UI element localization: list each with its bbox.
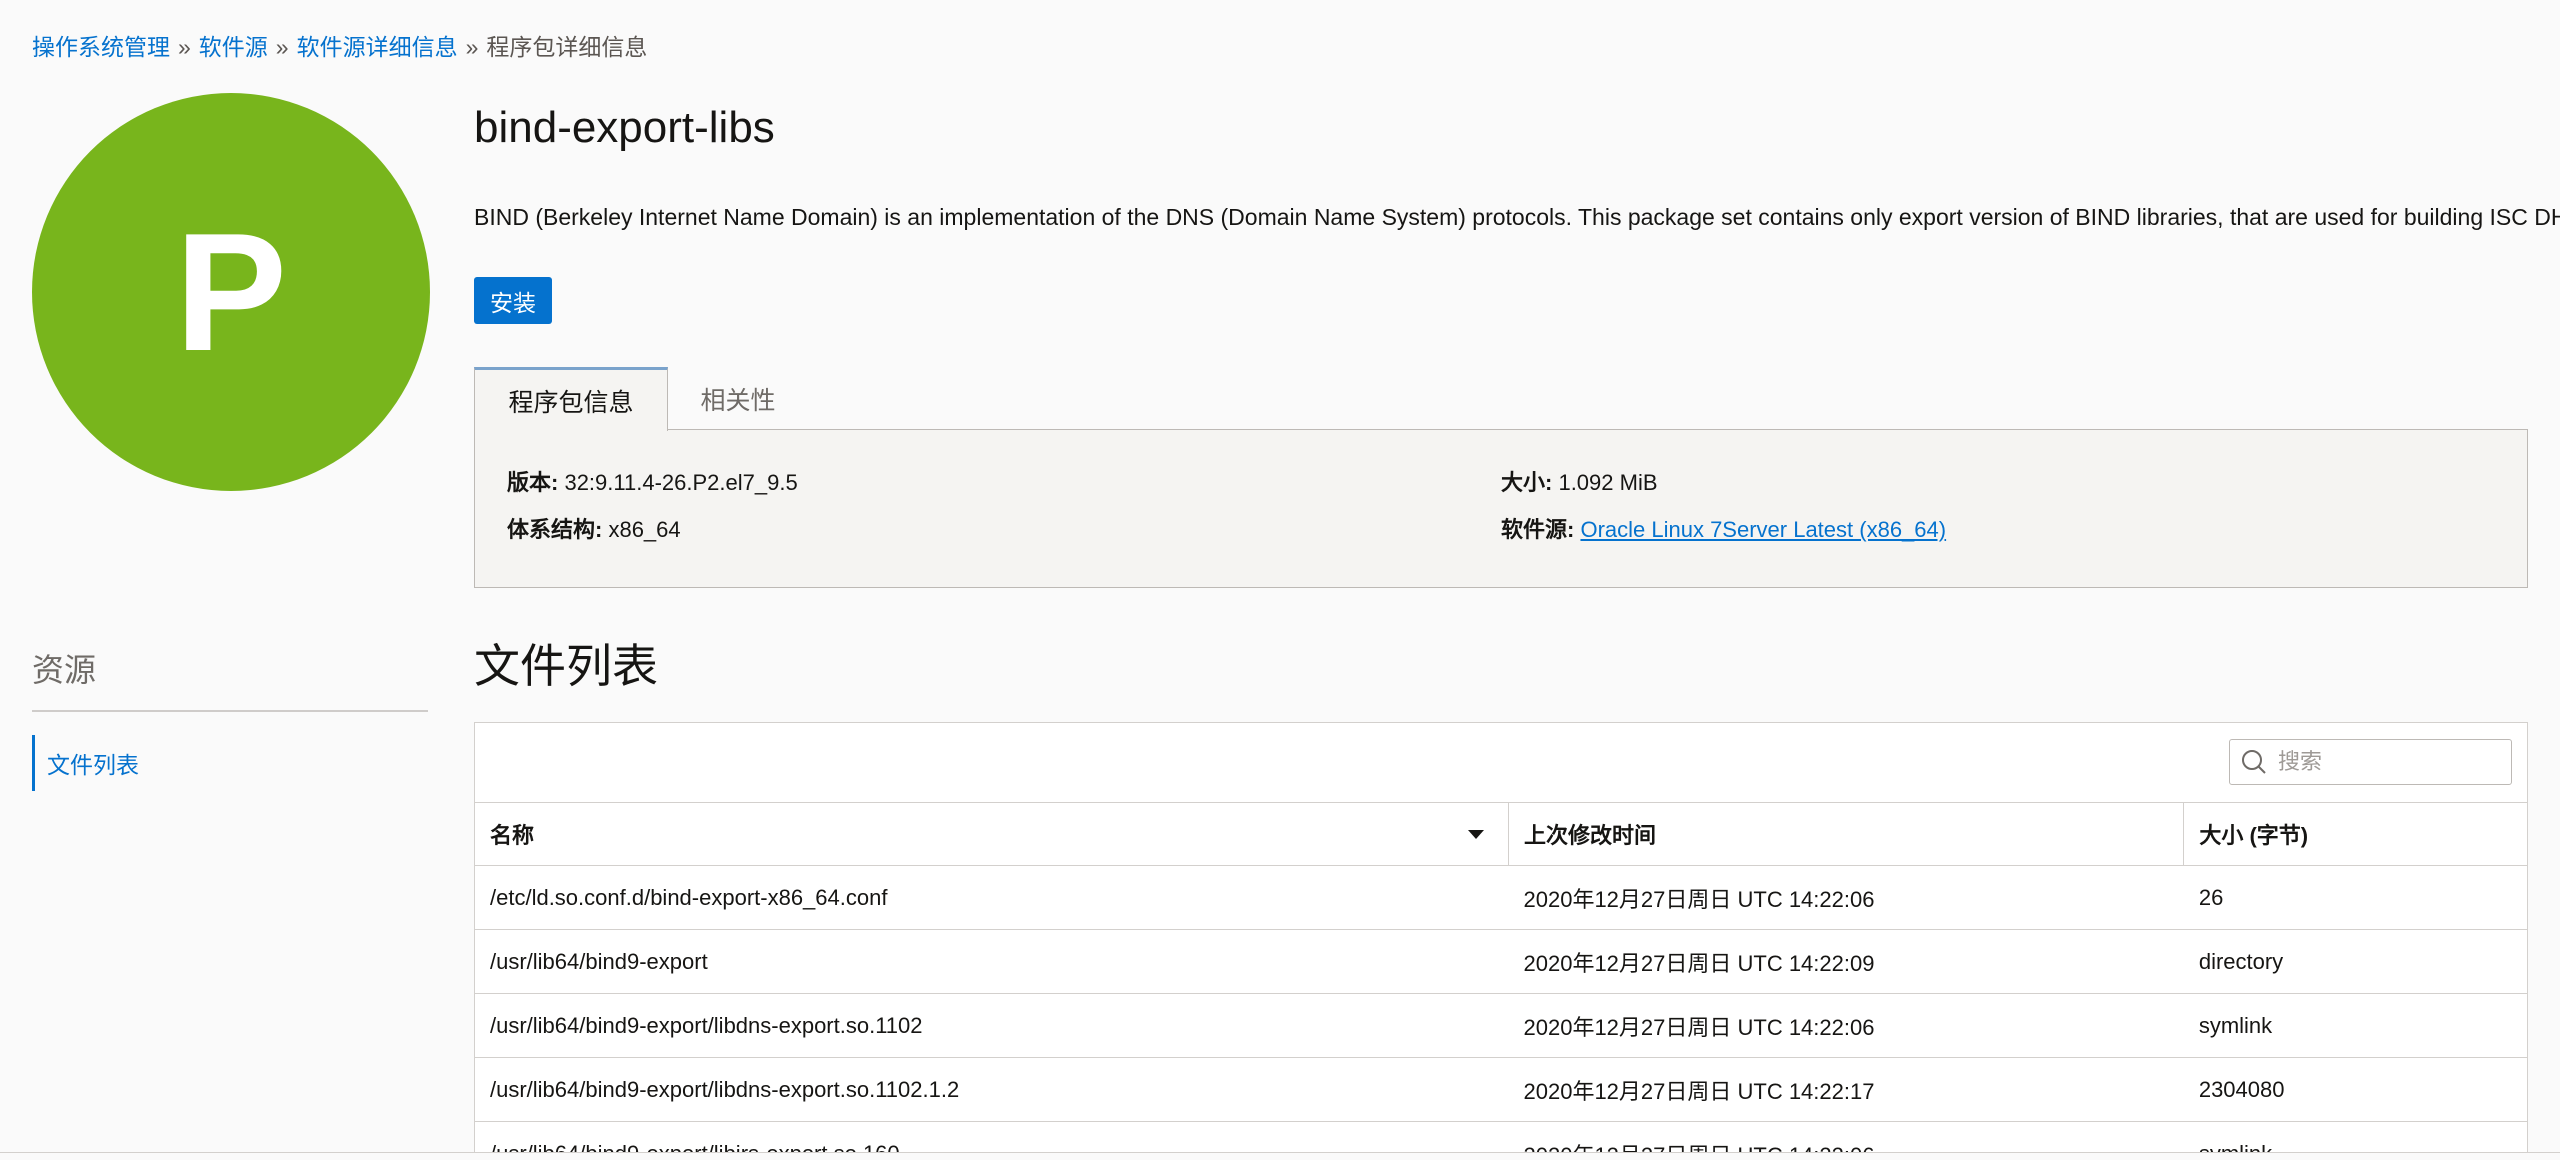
package-info-panel: 版本: 32:9.11.4-26.P2.el7_9.5 体系结构: x86_64… xyxy=(474,429,2528,588)
version-row: 版本: 32:9.11.4-26.P2.el7_9.5 xyxy=(507,468,798,498)
cell-file-name: /usr/lib64/bind9-export/libdns-export.so… xyxy=(475,993,1509,1058)
breadcrumb: 操作系统管理 » 软件源 » 软件源详细信息 » 程序包详细信息 xyxy=(32,30,647,64)
sidebar-item-file-list[interactable]: 文件列表 xyxy=(32,735,139,791)
search-box[interactable] xyxy=(2229,739,2512,785)
breadcrumb-current: 程序包详细信息 xyxy=(486,34,648,60)
file-list-heading: 文件列表 xyxy=(474,640,658,692)
size-key: 大小: xyxy=(1501,470,1553,495)
breadcrumb-separator: » xyxy=(275,34,289,60)
architecture-row: 体系结构: x86_64 xyxy=(507,515,681,545)
table-row[interactable]: /usr/lib64/bind9-export/libdns-export.so… xyxy=(475,993,2527,1058)
viewport-bottom-edge xyxy=(0,1152,2560,1160)
cell-size: 2304080 xyxy=(2183,1057,2527,1122)
size-row: 大小: 1.092 MiB xyxy=(1501,468,1658,498)
table-toolbar xyxy=(475,723,2527,803)
repository-row: 软件源: Oracle Linux 7Server Latest (x86_64… xyxy=(1501,515,1946,545)
sidebar-item-label: 文件列表 xyxy=(47,752,139,778)
avatar-letter: P xyxy=(174,198,288,386)
table-row[interactable]: /usr/lib64/bind9-export/libdns-export.so… xyxy=(475,1057,2527,1122)
cell-file-name: /usr/lib64/bind9-export/libdns-export.so… xyxy=(475,1057,1509,1122)
breadcrumb-separator: » xyxy=(465,34,479,60)
tab-label: 相关性 xyxy=(700,386,776,415)
column-header-name[interactable]: 名称 xyxy=(475,803,1509,866)
search-icon xyxy=(2242,750,2266,774)
breadcrumb-separator: » xyxy=(178,34,191,60)
column-header-label: 名称 xyxy=(490,823,535,848)
architecture-key: 体系结构: xyxy=(507,517,603,542)
cell-last-modified: 2020年12月27日周日 UTC 14:22:06 xyxy=(1508,865,2184,930)
table-row[interactable]: /etc/ld.so.conf.d/bind-export-x86_64.con… xyxy=(475,865,2527,930)
cell-last-modified: 2020年12月27日周日 UTC 14:22:06 xyxy=(1508,993,2184,1058)
cell-last-modified: 2020年12月27日周日 UTC 14:22:09 xyxy=(1508,929,2184,994)
table-header-row: 名称 上次修改时间 大小 (字节) xyxy=(475,803,2527,866)
size-value: 1.092 MiB xyxy=(1558,470,1658,495)
tab-bar: 程序包信息 相关性 xyxy=(474,367,808,431)
breadcrumb-link-repositories[interactable]: 软件源 xyxy=(199,34,268,60)
cell-last-modified: 2020年12月27日周日 UTC 14:22:17 xyxy=(1508,1057,2184,1122)
column-header-label: 大小 (字节) xyxy=(2199,823,2309,848)
cell-size: 26 xyxy=(2183,865,2527,930)
cell-size: directory xyxy=(2183,929,2527,994)
sort-descending-icon[interactable] xyxy=(1468,830,1484,839)
resources-divider xyxy=(32,710,428,712)
cell-size: symlink xyxy=(2183,993,2527,1058)
page: 操作系统管理 » 软件源 » 软件源详细信息 » 程序包详细信息 P 资源 文件列表 bin… xyxy=(0,0,2560,1160)
search-input[interactable] xyxy=(2276,748,2500,776)
install-button[interactable]: 安装 xyxy=(474,277,552,324)
table-row[interactable]: /usr/lib64/bind9-export 2020年12月27日周日 UT… xyxy=(475,929,2527,994)
cell-file-name: /etc/ld.so.conf.d/bind-export-x86_64.con… xyxy=(475,865,1509,930)
file-list-table: 名称 上次修改时间 大小 (字节) /etc/ld.so.conf.d/bind… xyxy=(474,722,2528,1160)
breadcrumb-link-repository-details[interactable]: 软件源详细信息 xyxy=(297,34,458,60)
package-description: BIND (Berkeley Internet Name Domain) is … xyxy=(474,204,2560,230)
cell-file-name: /usr/lib64/bind9-export xyxy=(475,929,1509,994)
column-header-size[interactable]: 大小 (字节) xyxy=(2183,803,2527,866)
column-header-last-modified[interactable]: 上次修改时间 xyxy=(1508,803,2185,866)
tab-label: 程序包信息 xyxy=(508,388,634,417)
resources-heading: 资源 xyxy=(32,652,97,688)
package-avatar: P xyxy=(32,93,430,491)
tab-package-info[interactable]: 程序包信息 xyxy=(474,367,668,431)
page-title: bind-export-libs xyxy=(474,103,775,152)
architecture-value: x86_64 xyxy=(608,517,681,542)
file-table: 名称 上次修改时间 大小 (字节) /etc/ld.so.conf.d/bind… xyxy=(475,803,2527,1160)
tab-dependencies[interactable]: 相关性 xyxy=(668,367,808,430)
repository-key: 软件源: xyxy=(1501,517,1575,542)
version-value: 32:9.11.4-26.P2.el7_9.5 xyxy=(564,470,798,495)
breadcrumb-link-os-management[interactable]: 操作系统管理 xyxy=(32,34,170,60)
column-header-label: 上次修改时间 xyxy=(1524,823,1657,848)
version-key: 版本: xyxy=(507,470,559,495)
repository-link[interactable]: Oracle Linux 7Server Latest (x86_64) xyxy=(1580,517,1946,542)
